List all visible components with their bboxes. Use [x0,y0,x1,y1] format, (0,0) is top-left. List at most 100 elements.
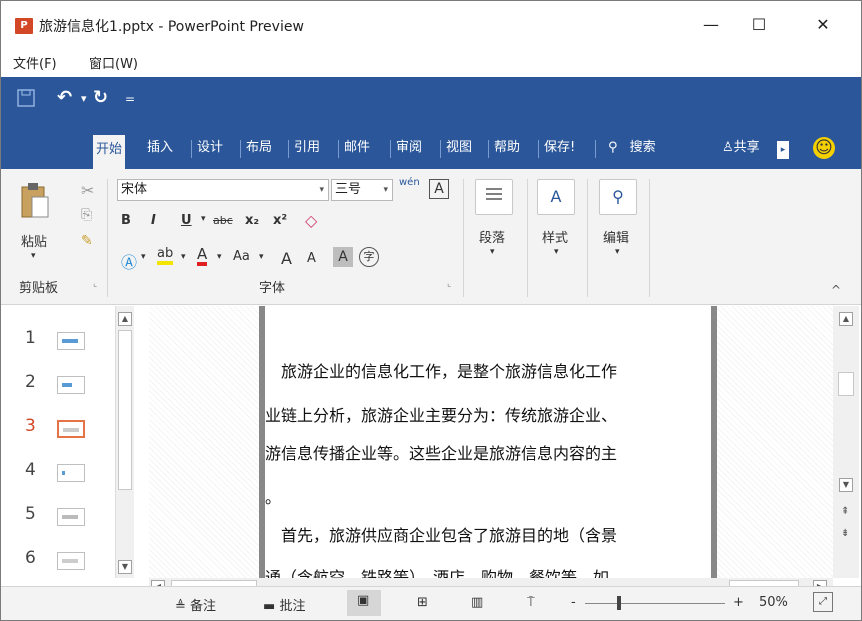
slide-thumbnail-active[interactable] [57,420,85,438]
fit-to-window-icon[interactable]: ⤢ [813,592,833,612]
slide-thumbnail[interactable] [57,376,85,394]
styles-icon[interactable]: A [537,179,575,215]
comments-button[interactable]: ▬ 批注 [263,595,305,614]
redo-icon[interactable]: ↻ [93,87,108,108]
zoom-level[interactable]: 50% [759,595,788,610]
slide-text-line[interactable]: 业链上分析，旅游企业主要分为：传统旅游企业、 [265,402,617,426]
editing-dropdown-icon[interactable]: ▾ [615,247,620,257]
smiley-feedback-icon[interactable]: ☺ [813,137,835,159]
slide-canvas[interactable]: 旅游企业的信息化工作，是整个旅游信息化工作 业链上分析，旅游企业主要分为：传统旅… [259,306,717,596]
italic-button[interactable]: I [151,213,156,228]
prev-slide-icon[interactable]: ⇞ [841,506,849,517]
superscript-button[interactable]: x² [273,213,287,228]
slide-thumbnail[interactable] [57,332,85,350]
char-border-icon[interactable]: A [429,179,449,199]
reading-view-icon[interactable]: ▥ [471,595,483,610]
change-case-dropdown-icon[interactable]: ▾ [259,252,264,262]
slideshow-icon[interactable]: ⍑ [527,595,535,610]
slide-thumbnail[interactable] [57,508,85,526]
underline-dropdown-icon[interactable]: ▾ [201,214,206,224]
search-box[interactable]: ⚲ 搜索 [605,137,659,163]
thumb-number: 6 [25,548,36,568]
tab-design[interactable]: 设计 [194,137,226,163]
font-launcher-icon[interactable]: ⌞ [447,279,451,289]
underline-button[interactable]: U [181,213,192,228]
notes-button[interactable]: ≜ 备注 [175,595,216,614]
scroll-up-icon[interactable]: ▲ [118,312,132,326]
close-button[interactable]: ✕ [803,11,843,39]
maximize-button[interactable]: ☐ [739,11,779,39]
slide-sorter-icon[interactable]: ⊞ [417,595,428,610]
font-color-icon[interactable]: A [197,247,208,266]
paste-label[interactable]: 粘贴 [21,231,47,250]
zoom-out-button[interactable]: - [571,595,576,610]
highlight-dropdown-icon[interactable]: ▾ [181,252,186,262]
undo-dropdown-icon[interactable]: ▾ [81,92,87,105]
editing-label[interactable]: 编辑 [603,227,629,246]
format-painter-icon[interactable]: ✎ [81,233,93,249]
grow-font-icon[interactable]: A [281,249,292,268]
cut-icon[interactable]: ✂ [81,181,94,200]
text-effects-icon[interactable]: Ⓐ [121,249,137,273]
tab-insert[interactable]: 插入 [144,137,176,163]
tab-save[interactable]: 保存! [541,137,578,163]
tab-review[interactable]: 审阅 [393,137,425,163]
customize-qat-icon[interactable]: = [125,92,135,106]
clear-format-icon[interactable]: ◇ [305,211,317,230]
find-icon[interactable]: ⚲ [599,179,637,215]
slide-thumbnail[interactable] [57,464,85,482]
minimize-button[interactable]: — [691,11,731,39]
highlight-icon[interactable]: ab [157,247,174,265]
tab-mailings[interactable]: 邮件 [341,137,373,163]
menu-window[interactable]: 窗口(W) [89,53,138,72]
text-effects-dropdown-icon[interactable]: ▾ [141,252,146,262]
slide-text-line[interactable]: 。 [265,484,281,508]
font-size-box[interactable]: 三号 ▾ [331,179,393,201]
paragraph-label[interactable]: 段落 [479,227,505,246]
clipboard-launcher-icon[interactable]: ⌞ [93,279,97,289]
scroll-thumb[interactable] [118,330,132,490]
zoom-in-button[interactable]: + [733,595,744,610]
scroll-thumb[interactable] [838,372,854,396]
tab-layout[interactable]: 布局 [243,137,275,163]
tab-references[interactable]: 引用 [291,137,323,163]
enclose-char-icon[interactable]: 字 [359,247,379,267]
strikethrough-button[interactable]: abc [213,214,233,227]
font-color-dropdown-icon[interactable]: ▾ [217,252,222,262]
undo-icon[interactable]: ↶ [57,87,72,108]
tab-help[interactable]: 帮助 [491,137,523,163]
change-case-button[interactable]: Aa [233,249,250,264]
bold-button[interactable]: B [121,213,131,228]
tab-view[interactable]: 视图 [443,137,475,163]
copy-icon[interactable]: ⎘ [81,207,92,223]
shrink-font-icon[interactable]: A [307,251,316,266]
slide-text-line[interactable]: 首先，旅游供应商企业包含了旅游目的地（含景 [265,522,617,546]
paragraph-icon[interactable] [475,179,513,215]
paste-dropdown-icon[interactable]: ▾ [31,251,36,261]
scroll-down-icon[interactable]: ▼ [839,478,853,492]
tab-scroll-right-icon[interactable]: ▸ [777,141,789,159]
collapse-ribbon-icon[interactable]: ^ [831,283,841,297]
styles-label[interactable]: 样式 [542,227,568,246]
share-button[interactable]: ♙共享 [719,137,763,163]
phonetic-guide-icon[interactable]: wén [399,177,420,188]
paste-icon[interactable] [19,181,51,223]
styles-dropdown-icon[interactable]: ▾ [554,247,559,257]
paragraph-dropdown-icon[interactable]: ▾ [490,247,495,257]
slide-text-line[interactable]: 游信息传播企业等。这些企业是旅游信息内容的主 [265,440,617,464]
scroll-up-icon[interactable]: ▲ [839,312,853,326]
subscript-button[interactable]: x₂ [245,213,259,228]
slide-thumbnail[interactable] [57,552,85,570]
font-name-box[interactable]: 宋体 ▾ [117,179,329,201]
editor-scrollbar[interactable]: ▲ ▼ ⇞ ⇟ [833,306,859,578]
slide-text-line[interactable]: 旅游企业的信息化工作，是整个旅游信息化工作 [265,358,617,382]
thumbnail-scrollbar[interactable]: ▲ ▼ [115,306,134,578]
tab-home[interactable]: 开始 [93,135,126,169]
zoom-slider[interactable] [585,603,725,604]
scroll-down-icon[interactable]: ▼ [118,560,132,574]
menu-file[interactable]: 文件(F) [13,53,57,72]
zoom-slider-thumb[interactable] [617,596,621,610]
next-slide-icon[interactable]: ⇟ [841,528,849,539]
save-icon[interactable] [17,89,35,112]
char-shading-icon[interactable]: A [333,247,353,267]
